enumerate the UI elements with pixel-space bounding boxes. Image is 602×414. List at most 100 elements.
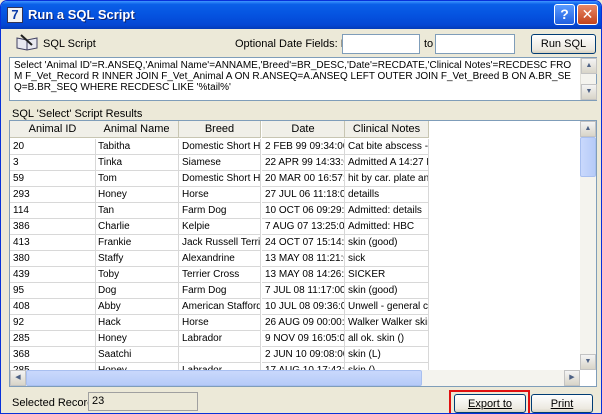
table-cell: 20 <box>10 139 96 155</box>
table-row[interactable]: 439 Toby Terrier Cross 13 MAY 08 14:26:0 SIC… <box>10 267 430 283</box>
table-cell: detaills <box>345 187 429 203</box>
table-cell: 13 MAY 08 14:26:0 <box>262 267 345 283</box>
table-cell: 10 OCT 06 09:29:0 <box>262 203 345 219</box>
table-cell: Walker Walker skin <box>345 315 429 331</box>
table-cell: 24 OCT 07 15:14:0 <box>262 235 345 251</box>
column-header[interactable]: Breed <box>179 121 261 138</box>
grid-horizontal-scrollbar[interactable]: ◀ ▶ <box>10 370 580 386</box>
table-cell: Tinka <box>95 155 179 171</box>
table-cell: 10 JUL 08 09:36:00 <box>262 299 345 315</box>
table-cell: 2 JUN 10 09:08:00 <box>262 347 345 363</box>
table-cell: Farm Dog <box>179 283 261 299</box>
table-cell: 95 <box>10 283 96 299</box>
column-header[interactable]: Clinical Notes <box>345 121 429 138</box>
table-row[interactable]: 285 Honey Labrador 9 NOV 09 16:05:00 all ok.… <box>10 331 430 347</box>
table-cell: 9 NOV 09 16:05:00 <box>262 331 345 347</box>
help-icon[interactable]: ? <box>554 4 575 25</box>
table-row[interactable]: 413 Frankie Jack Russell Terrier 24 OCT 07 … <box>10 235 430 251</box>
table-cell: 293 <box>10 187 96 203</box>
table-row[interactable]: 92 Hack Horse 26 AUG 09 00:00:0 Walker Walke… <box>10 315 430 331</box>
results-grid[interactable]: Animal ID Animal Name Breed Date Clinical No… <box>9 120 597 387</box>
table-cell: Dog <box>95 283 179 299</box>
table-cell: hit by car. plate and <box>345 171 429 187</box>
scroll-down-icon[interactable]: ▼ <box>581 84 597 100</box>
column-header[interactable]: Animal Name <box>95 121 179 138</box>
table-row[interactable]: 95 Dog Farm Dog 7 JUL 08 11:17:00 skin (good… <box>10 283 430 299</box>
table-cell: Toby <box>95 267 179 283</box>
grid-vertical-thumb[interactable] <box>580 137 596 177</box>
table-cell: sick <box>345 251 429 267</box>
table-cell: 368 <box>10 347 96 363</box>
table-cell: Siamese <box>179 155 261 171</box>
table-cell: all ok. skin () <box>345 331 429 347</box>
from-date-input[interactable] <box>342 34 420 54</box>
table-cell: Terrier Cross <box>179 267 261 283</box>
table-cell: 380 <box>10 251 96 267</box>
table-cell: Hack <box>95 315 179 331</box>
table-cell: Saatchi <box>95 347 179 363</box>
table-cell: 92 <box>10 315 96 331</box>
selected-records-value: 23 <box>88 392 198 411</box>
table-cell: Horse <box>179 187 261 203</box>
grid-vertical-scrollbar[interactable]: ▲ ▼ <box>580 121 596 370</box>
window-title: Run a SQL Script <box>28 7 135 22</box>
table-cell: Labrador <box>179 331 261 347</box>
table-cell: Cat bite abscess - de <box>345 139 429 155</box>
table-cell: 114 <box>10 203 96 219</box>
table-row[interactable]: 386 Charlie Kelpie 7 AUG 07 13:25:00 Admitte… <box>10 219 430 235</box>
sql-script-label: SQL Script <box>43 38 96 50</box>
close-icon[interactable]: ✕ <box>577 4 598 25</box>
table-row[interactable]: 59TomDomestic Short Hair20 MAR 00 16:57:… <box>10 171 430 187</box>
table-cell: Farm Dog <box>179 203 261 219</box>
table-cell: 59 <box>10 171 96 187</box>
table-cell: 386 <box>10 219 96 235</box>
sql-vertical-scrollbar[interactable]: ▲ ▼ <box>580 58 597 100</box>
book-pen-icon <box>16 34 38 51</box>
scroll-up-icon[interactable]: ▲ <box>581 58 597 74</box>
scroll-up-icon[interactable]: ▲ <box>580 121 596 137</box>
run-sql-button[interactable]: Run SQL <box>531 34 596 54</box>
table-cell: Honey <box>95 331 179 347</box>
table-cell: Tom <box>95 171 179 187</box>
table-cell: Admitted: details <box>345 203 429 219</box>
table-cell: Tan <box>95 203 179 219</box>
table-cell: 7 AUG 07 13:25:00 <box>262 219 345 235</box>
table-cell: 7 JUL 08 11:17:00 <box>262 283 345 299</box>
table-row[interactable]: 368 Saatchi 2 JUN 10 09:08:00 skin (L) <box>10 347 430 363</box>
sql-script-textarea[interactable]: Select 'Animal ID'=R.ANSEQ,'Animal Name'… <box>9 57 597 101</box>
table-cell: 20 MAR 00 16:57:0 <box>262 171 345 187</box>
table-cell: skin (good) <box>345 235 429 251</box>
scroll-down-icon[interactable]: ▼ <box>580 354 596 370</box>
table-cell: Kelpie <box>179 219 261 235</box>
table-cell: 13 MAY 08 11:21:0 <box>262 251 345 267</box>
table-cell: 27 JUL 06 11:18:00 <box>262 187 345 203</box>
table-cell: skin (good) <box>345 283 429 299</box>
export-highlight-box <box>449 390 530 413</box>
table-cell: Horse <box>179 315 261 331</box>
table-cell: Alexandrine <box>179 251 261 267</box>
table-row[interactable]: 114 Tan Farm Dog 10 OCT 06 09:29:0 Admitted:… <box>10 203 430 219</box>
scroll-left-icon[interactable]: ◀ <box>10 370 26 386</box>
table-cell: 439 <box>10 267 96 283</box>
sql-script-text: Select 'Animal ID'=R.ANSEQ,'Animal Name'… <box>14 60 572 93</box>
scroll-right-icon[interactable]: ▶ <box>564 370 580 386</box>
table-cell: Domestic Short Hair <box>179 171 261 187</box>
results-label: SQL 'Select' Script Results <box>12 108 143 120</box>
table-row[interactable]: 408AbbyAmerican Staffordsh10 JUL 08 09:3… <box>10 299 430 315</box>
column-header[interactable]: Date <box>262 121 345 138</box>
table-row[interactable]: 293 Honey Horse 27 JUL 06 11:18:00 detaills <box>10 187 430 203</box>
title-bar: 7 Run a SQL Script ? ✕ <box>1 1 601 29</box>
to-date-input[interactable] <box>435 34 515 54</box>
table-cell: Admitted: HBC <box>345 219 429 235</box>
table-row[interactable]: 20TabithaDomestic Short Hair2 FEB 99 09:… <box>10 139 430 155</box>
table-cell: 22 APR 99 14:33:0 <box>262 155 345 171</box>
column-header[interactable]: Animal ID <box>10 121 96 138</box>
table-cell: Tabitha <box>95 139 179 155</box>
table-cell: skin (L) <box>345 347 429 363</box>
table-row[interactable]: 380 Staffy Alexandrine 13 MAY 08 11:21:0 sic… <box>10 251 430 267</box>
table-cell: Honey <box>95 187 179 203</box>
table-cell: 413 <box>10 235 96 251</box>
grid-horizontal-thumb[interactable] <box>26 370 422 386</box>
table-row[interactable]: 3 Tinka Siamese 22 APR 99 14:33:0 Admitted A… <box>10 155 430 171</box>
print-button[interactable]: Print <box>531 394 593 413</box>
